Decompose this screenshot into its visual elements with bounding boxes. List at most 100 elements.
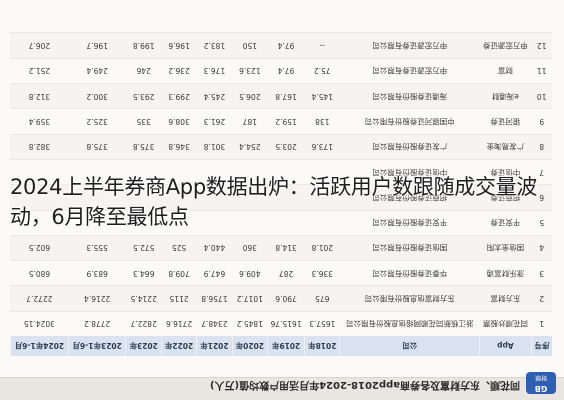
table-row: 3 涨乐财富通 华泰证券股份有限公司 336.3 287 409.6 647.9 709.8 6… — [10, 260, 552, 286]
table-cell: 1845.2 — [232, 311, 268, 336]
table-cell: 312.8 — [10, 83, 69, 109]
table-cell: 123.6 — [232, 58, 268, 84]
table-cell: 东方财富信息股份有限公司 — [339, 285, 480, 312]
table-cell: 华泰证券股份有限公司 — [339, 260, 480, 286]
table-cell: 572.5 — [126, 235, 162, 261]
header-cell: 序号 — [531, 336, 552, 356]
table-cell: 602.5 — [10, 235, 69, 261]
table-cell: 375.8 — [68, 134, 126, 160]
table-cell: 2716.6 — [161, 311, 197, 336]
table-cell: 1657.3 — [304, 311, 340, 336]
table-cell: 206.7 — [10, 32, 69, 59]
table-cell: 97.4 — [267, 32, 305, 59]
table-cell: 浙江核新同花顺网络信息股份有限公司 — [339, 311, 480, 336]
header-cell: 2019年 — [267, 336, 305, 356]
table-row: 12 申万宏源证券 申万宏源证券有限公司 -- 97.4 150 183.2 196.6 199… — [10, 32, 552, 59]
table-cell: 382.8 — [10, 134, 69, 160]
table-cell: 196.6 — [161, 32, 197, 59]
table-cell: 申万宏源证券有限公司 — [339, 32, 480, 59]
table-cell: 9 — [531, 108, 552, 135]
header-cell: 公司 — [339, 336, 480, 356]
article-headline: 2024上半年券商App数据出炉：活跃用户数跟随成交量波动，6月降至最低点 — [10, 175, 538, 229]
table-cell: 203.5 — [267, 134, 305, 160]
table-cell: 4 — [531, 235, 552, 261]
table-cell: 176.3 — [196, 58, 233, 84]
table-cell: 国信证券股份有限公司 — [339, 235, 480, 261]
table-cell: 2115 — [161, 285, 197, 312]
table-cell: 299.3 — [161, 83, 197, 109]
table-cell: 138 — [304, 108, 340, 135]
table-cell: 150 — [232, 32, 268, 59]
table-cell: 314.8 — [267, 235, 305, 261]
table-cell: 346.8 — [161, 134, 197, 160]
table-cell: 167.8 — [267, 83, 305, 109]
table-cell: 675 — [304, 285, 340, 312]
publisher-logo: GB 财联 — [526, 372, 556, 394]
table-header-row: 序号 App 公司 2018年 2019年 2020年 2021年 2022年 … — [10, 336, 552, 356]
table-cell: 664.3 — [126, 260, 162, 286]
table-cell: 涨乐财富通 — [479, 260, 532, 286]
table-cell: 11 — [531, 58, 552, 84]
table-row: 2 东方财富 东方财富信息股份有限公司 675 790.6 1017.2 1756.8 211… — [10, 285, 552, 312]
header-cell: 2022年 — [161, 336, 197, 356]
table-row: 4 国信金太阳 国信证券股份有限公司 201.8 314.8 360 440.4 525 572… — [10, 235, 552, 261]
header-cell: 2018年 — [304, 336, 340, 356]
table-cell: -- — [304, 32, 340, 59]
table-cell: 1 — [531, 311, 552, 336]
table-cell: 245.4 — [196, 83, 233, 109]
table-cell: 261.3 — [196, 108, 233, 135]
header-cell: 2024年1-6月 — [10, 336, 69, 356]
table-cell: 1756.8 — [196, 285, 233, 312]
table-cell: 360 — [232, 235, 268, 261]
table-cell: 广发易淘金 — [479, 134, 532, 160]
logo-text: GB — [534, 384, 548, 393]
table-cell: 683.9 — [68, 260, 126, 286]
table-cell: 东方财富 — [479, 285, 532, 312]
table-cell: 国信金太阳 — [479, 235, 532, 261]
table-cell: 10 — [531, 83, 552, 109]
table-cell: 3024.15 — [10, 311, 69, 336]
table-cell: 335 — [126, 108, 162, 135]
table-cell: 145.4 — [304, 83, 340, 109]
logo-subtext: 财联 — [535, 374, 548, 381]
table-cell: 336.3 — [304, 260, 340, 286]
table-row: 8 广发易淘金 广发证券股份有限公司 173.6 203.5 254.4 301.8 346.… — [10, 134, 552, 160]
table-cell: 财富 — [479, 58, 532, 84]
table-cell: 银河证券 — [479, 108, 532, 135]
table-cell: 201.8 — [304, 235, 340, 261]
table-row: 9 银河证券 中国银河证券股份有限公司 138 159.2 187 261.3 308.6 33… — [10, 108, 552, 135]
table-cell: 440.4 — [196, 235, 233, 261]
table-cell: 183.2 — [196, 32, 233, 59]
table-cell: 246 — [126, 58, 162, 84]
table-cell: 709.8 — [161, 260, 197, 286]
table-cell: 236.2 — [161, 58, 197, 84]
table-cell: 申万宏源证券有限公司 — [339, 58, 480, 84]
table-cell: 1615.76 — [267, 311, 305, 336]
table-cell: 2348.7 — [196, 311, 233, 336]
table-cell: 359.4 — [10, 108, 69, 135]
table-cell: 293.5 — [126, 83, 162, 109]
table-title: 同花顺、东方财富及各券商app2018-2024年月活用户数均值(万人) — [209, 379, 520, 390]
table-cell: 2272.7 — [10, 285, 69, 312]
table-cell: 海通证券股份有限公司 — [339, 83, 480, 109]
table-cell: 206.5 — [232, 83, 268, 109]
header-cell: App — [479, 336, 532, 356]
table-cell: 308.6 — [161, 108, 197, 135]
table-cell: 173.6 — [304, 134, 340, 160]
table-cell: 300.2 — [68, 83, 126, 109]
table-cell: 525 — [161, 235, 197, 261]
header-cell: 2021年 — [196, 336, 233, 356]
table-cell: 广发证券股份有限公司 — [339, 134, 480, 160]
table-cell: 680.5 — [10, 260, 69, 286]
table-cell: 同花顺炒股票 — [479, 311, 532, 336]
table-cell: 2216.4 — [68, 285, 126, 312]
table-cell: 97.4 — [267, 58, 305, 84]
table-row: 1 同花顺炒股票 浙江核新同花顺网络信息股份有限公司 1657.3 1615.76 184… — [10, 311, 552, 336]
table-cell: 2822.7 — [126, 311, 162, 336]
table-cell: 254.4 — [232, 134, 268, 160]
table-cell: 375.8 — [126, 134, 162, 160]
table-cell: 199.8 — [126, 32, 162, 59]
table-cell: 790.6 — [267, 285, 305, 312]
table-cell: 2778.2 — [68, 311, 126, 336]
table-cell: 287 — [267, 260, 305, 286]
